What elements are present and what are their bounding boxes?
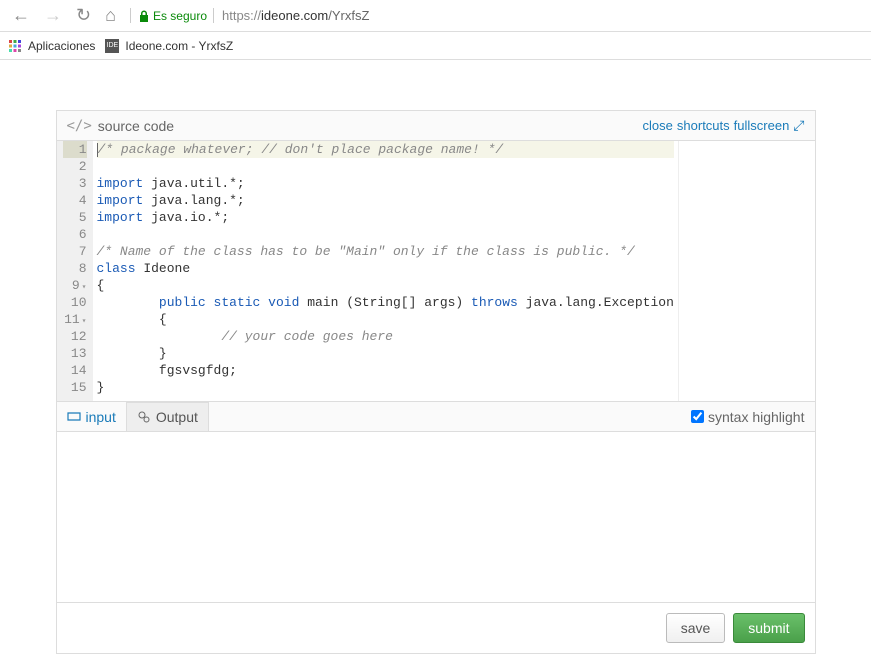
syntax-label: syntax highlight <box>708 409 805 425</box>
home-button[interactable]: ⌂ <box>101 3 120 28</box>
back-button[interactable]: ← <box>8 3 34 28</box>
panel-footer: save submit <box>57 602 815 653</box>
code-area[interactable]: /* package whatever; // don't place pack… <box>93 141 678 401</box>
tab-input-label: input <box>86 409 116 425</box>
address-bar[interactable]: Es seguro https://ideone.com/YrxfsZ <box>130 8 863 23</box>
close-link[interactable]: close <box>643 118 673 133</box>
bookmarks-bar: Aplicaciones IDE Ideone.com - YrxfsZ <box>0 32 871 60</box>
submit-button[interactable]: submit <box>733 613 804 643</box>
apps-button[interactable]: Aplicaciones <box>8 39 95 53</box>
tab-input[interactable]: input <box>57 402 126 431</box>
tabs-bar: input Output syntax highlight <box>57 401 815 432</box>
syntax-highlight-toggle[interactable]: syntax highlight <box>691 409 805 425</box>
url-text: https://ideone.com/YrxfsZ <box>213 8 369 23</box>
apps-label: Aplicaciones <box>28 39 95 53</box>
fullscreen-icon[interactable]: ⤢ <box>793 117 804 134</box>
tab-output-label: Output <box>156 409 198 425</box>
output-area <box>57 432 815 602</box>
apps-icon <box>8 39 22 53</box>
save-button[interactable]: save <box>666 613 726 643</box>
lock-icon <box>139 10 149 22</box>
source-title: source code <box>98 118 174 134</box>
browser-nav-bar: ← → ↻ ⌂ Es seguro https://ideone.com/Yrx… <box>0 0 871 32</box>
line-gutter: 123456789101112131415 <box>57 141 93 401</box>
code-editor[interactable]: 123456789101112131415 /* package whateve… <box>57 141 815 401</box>
bookmark-item[interactable]: IDE Ideone.com - YrxfsZ <box>105 39 233 53</box>
shortcuts-link[interactable]: shortcuts <box>677 118 730 133</box>
input-icon <box>67 410 81 424</box>
code-icon: </> <box>67 118 92 134</box>
secure-indicator: Es seguro <box>139 9 207 23</box>
secure-label: Es seguro <box>153 9 207 23</box>
bookmark-label: Ideone.com - YrxfsZ <box>125 39 233 53</box>
ideone-favicon: IDE <box>105 39 119 53</box>
editor-right-pane <box>678 141 815 401</box>
source-panel: </> source code close shortcuts fullscre… <box>56 110 816 654</box>
forward-button[interactable]: → <box>40 3 66 28</box>
syntax-checkbox[interactable] <box>691 410 704 423</box>
gears-icon <box>137 410 151 424</box>
tab-output[interactable]: Output <box>126 402 209 431</box>
source-panel-header: </> source code close shortcuts fullscre… <box>57 111 815 141</box>
fullscreen-link[interactable]: fullscreen <box>734 118 790 133</box>
reload-button[interactable]: ↻ <box>72 3 95 28</box>
